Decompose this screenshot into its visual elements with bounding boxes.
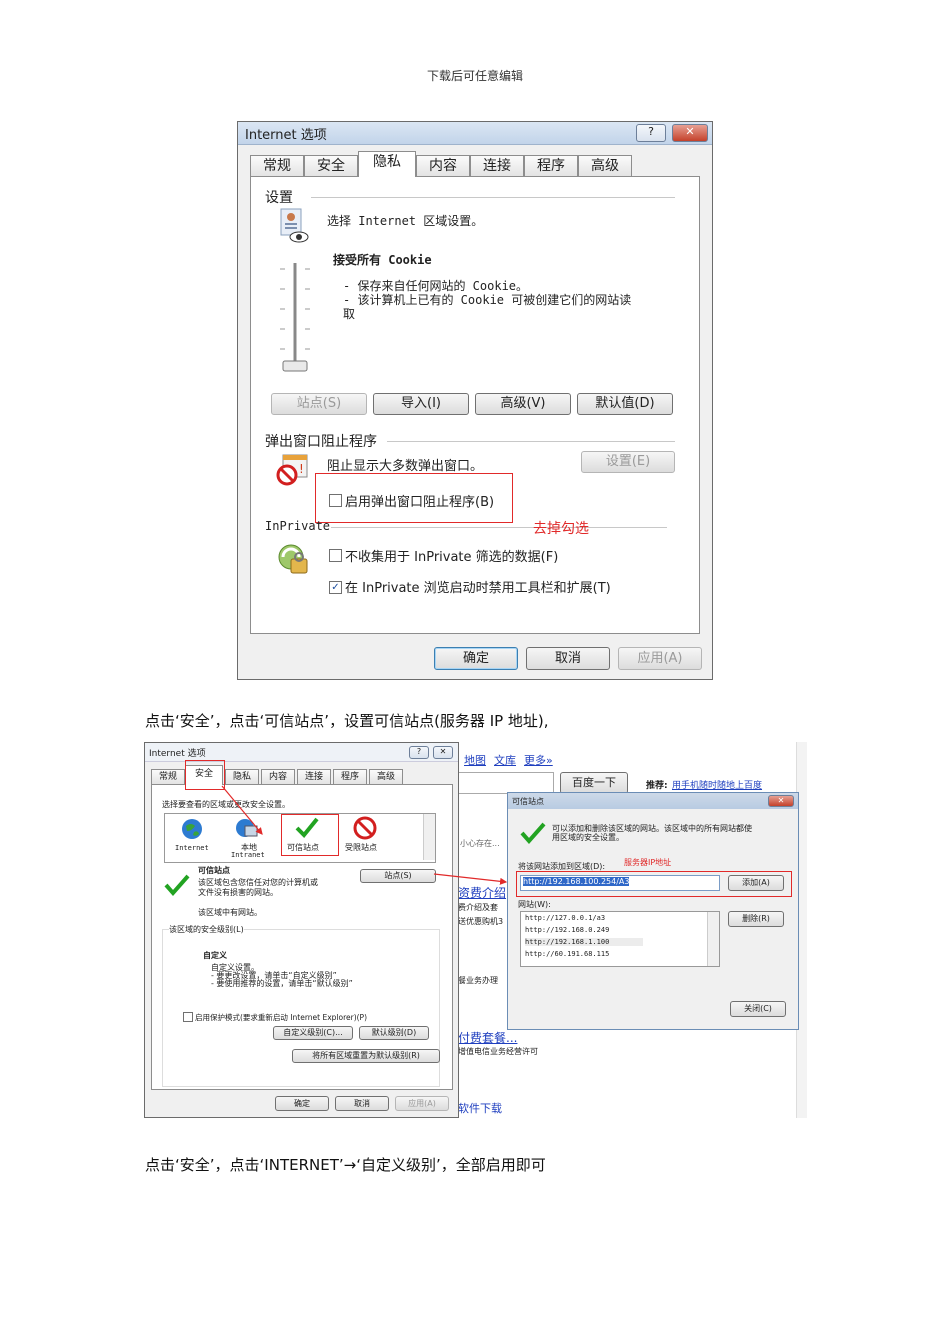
default-button[interactable]: 默认值(D) [577, 393, 673, 415]
inprivate-disable-toolbar-label: 在 InPrivate 浏览启动时禁用工具栏和扩展(T) [345, 581, 611, 596]
add-button[interactable]: 添加(A) [728, 875, 784, 891]
close-dialog-button[interactable]: 关闭(C) [730, 1001, 786, 1017]
cookie-desc-3: 取 [343, 307, 356, 321]
page-header: 下载后可任意编辑 [426, 69, 523, 83]
close-button[interactable]: ✕ [768, 795, 794, 807]
website-item[interactable]: http://127.0.0.1/a3 [525, 914, 605, 922]
title-bar: Internet 选项 ? ✕ [238, 122, 712, 145]
dialog-title: Internet 选项 [245, 128, 327, 143]
trusted-desc-2: 用区域的安全设置。 [552, 833, 624, 842]
inprivate-filter-checkbox[interactable] [329, 549, 342, 562]
trusted-dialog-title: 可信站点 [512, 797, 544, 806]
popup-block-icon: ! [275, 453, 311, 487]
cancel-button[interactable]: 取消 [526, 647, 610, 670]
websites-list[interactable]: http://127.0.0.1/a3 http://192.168.0.249… [520, 911, 720, 967]
popup-blocker-check-label: 启用弹出窗口阻止程序(B) [345, 495, 495, 510]
inprivate-icon [275, 541, 311, 577]
list-scrollbar[interactable] [707, 912, 719, 966]
internet-options-dialog: Internet 选项 ? ✕ 常规 安全 隐私 内容 连接 程序 高级 设置 … [237, 121, 713, 680]
site-url-value: http://192.168.100.254/A3 [523, 877, 630, 886]
highlight-box [185, 760, 225, 790]
apply-button[interactable]: 应用(A) [618, 647, 702, 670]
ok-button[interactable]: 确定 [434, 647, 518, 670]
server-ip-annotation: 服务器IP地址 [624, 858, 672, 867]
tab-general[interactable]: 常规 [250, 155, 304, 176]
trusted-sites-dialog: 可信站点 ✕ 可以添加和删除该区域的网站。该区域中的所有网站都使 用区域的安全设… [507, 792, 799, 1030]
choose-zone-text: 选择 Internet 区域设置。 [327, 214, 484, 228]
cookie-desc-2: - 该计算机上已有的 Cookie 可被创建它们的网站读 [343, 293, 632, 307]
website-item[interactable]: http://192.168.1.100 [525, 938, 643, 946]
inprivate-disable-toolbar-checkbox[interactable]: ✓ [329, 581, 342, 594]
inprivate-label: InPrivate [265, 519, 331, 533]
instruction-paragraph-1: 点击‘安全’，点击‘可信站点’，设置可信站点(服务器 IP 地址), [145, 712, 549, 730]
security-screenshot: 地图 文库 更多» 百度一下 推荐: 用手机随时随地上百度 小心存在... 资费… [144, 742, 807, 1118]
divider [331, 527, 667, 528]
advanced-button[interactable]: 高级(V) [475, 393, 571, 415]
privacy-slider[interactable] [277, 259, 317, 379]
instruction-paragraph-2: 点击‘安全’，点击‘INTERNET’→‘自定义级别’，全部启用即可 [145, 1156, 546, 1174]
tab-security[interactable]: 安全 [304, 155, 358, 176]
title-bar: 可信站点 ✕ [508, 793, 798, 809]
tab-content[interactable]: 内容 [416, 155, 470, 176]
tab-connections[interactable]: 连接 [470, 155, 524, 176]
check-icon [520, 821, 546, 845]
tab-programs[interactable]: 程序 [524, 155, 578, 176]
popup-desc: 阻止显示大多数弹出窗口。 [327, 459, 484, 474]
websites-label: 网站(W): [518, 900, 551, 909]
website-item[interactable]: http://60.191.68.115 [525, 950, 609, 958]
divider [387, 441, 675, 442]
privacy-icon [277, 207, 311, 243]
popup-blocker-label: 弹出窗口阻止程序 [265, 434, 377, 450]
close-button[interactable]: ✕ [672, 124, 708, 142]
svg-text:!: ! [299, 462, 304, 476]
sites-button[interactable]: 站点(S) [271, 393, 367, 415]
tab-advanced[interactable]: 高级 [578, 155, 632, 176]
inprivate-filter-label: 不收集用于 InPrivate 筛选的数据(F) [345, 550, 559, 565]
site-url-input[interactable]: http://192.168.100.254/A3 [520, 875, 720, 891]
settings-label: 设置 [265, 190, 293, 206]
tab-privacy[interactable]: 隐私 [358, 151, 416, 177]
website-item[interactable]: http://192.168.0.249 [525, 926, 609, 934]
divider [311, 197, 675, 198]
privacy-panel: 设置 选择 Internet 区域设置。 接受所有 Cookie - 保存来自任… [250, 176, 700, 634]
import-button[interactable]: 导入(I) [373, 393, 469, 415]
cookie-level-title: 接受所有 Cookie [333, 253, 432, 267]
popup-blocker-checkbox[interactable] [329, 494, 342, 507]
popup-settings-button[interactable]: 设置(E) [581, 451, 675, 473]
help-button[interactable]: ? [636, 124, 666, 142]
annotation-uncheck: 去掉勾选 [533, 521, 589, 537]
remove-button[interactable]: 删除(R) [728, 911, 784, 927]
